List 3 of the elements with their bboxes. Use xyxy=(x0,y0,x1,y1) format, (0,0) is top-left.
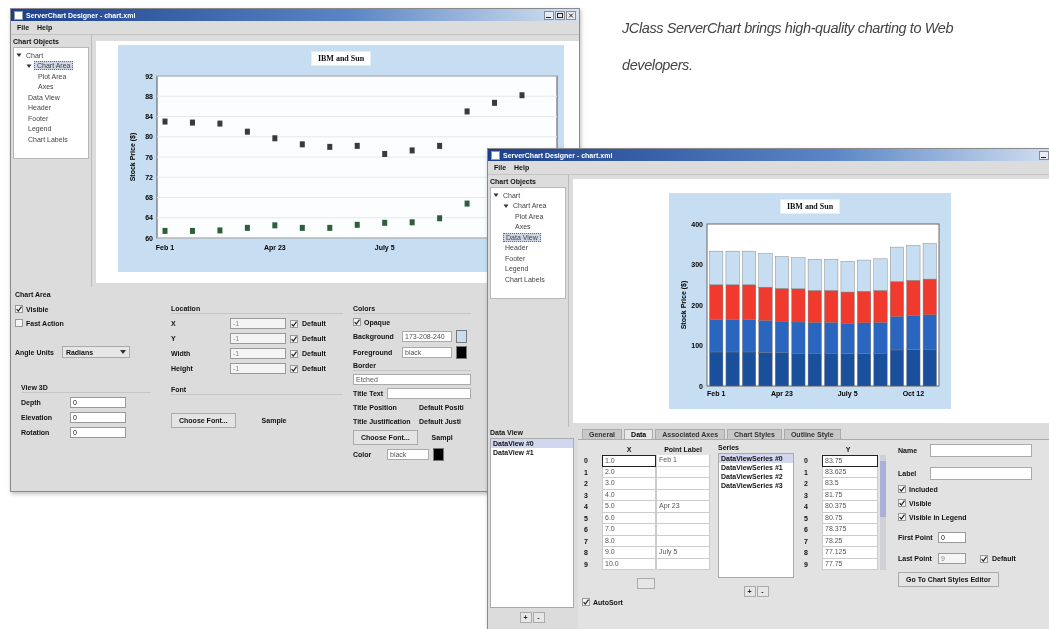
chart-title: IBM and Sun xyxy=(310,51,372,66)
chart-title: IBM and Sun xyxy=(779,199,841,214)
caption-text: JClass ServerChart brings high-quality charting to Web developers. xyxy=(622,19,955,75)
